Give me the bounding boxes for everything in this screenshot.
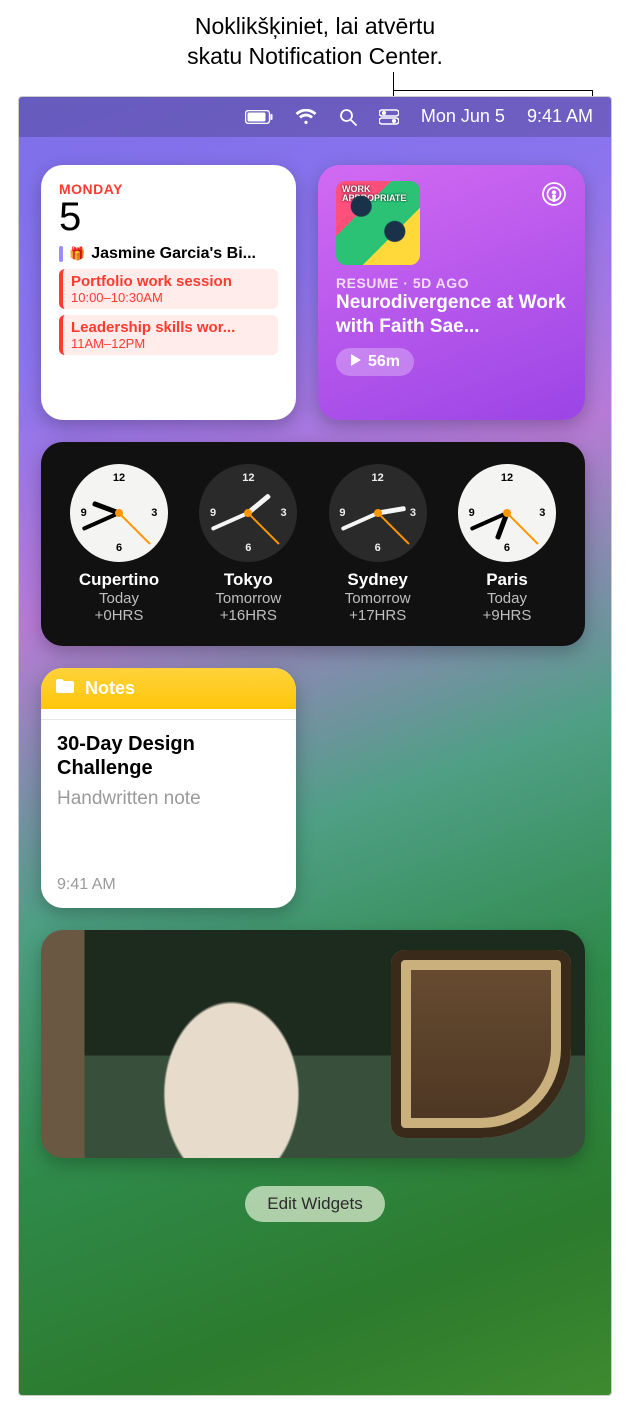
birthday-accent-bar xyxy=(59,246,63,262)
podcast-artwork: WORK APPROPRIATE xyxy=(336,181,420,265)
podcast-play-button[interactable]: 56m xyxy=(336,348,414,376)
clock-face: 12369 xyxy=(329,464,427,562)
clock-day-label: Today xyxy=(61,590,177,607)
clock-city-name: Cupertino xyxy=(61,570,177,590)
clock-face: 12369 xyxy=(199,464,297,562)
clock-sydney: 12369 SydneyTomorrow+17HRS xyxy=(320,464,436,624)
calendar-widget[interactable]: MONDAY 5 🎁 Jasmine Garcia's Bi... Portfo… xyxy=(41,165,296,420)
menubar: Mon Jun 5 9:41 AM xyxy=(19,97,611,137)
wifi-icon[interactable] xyxy=(295,109,317,125)
menubar-date[interactable]: Mon Jun 5 xyxy=(421,106,505,127)
clock-city-name: Paris xyxy=(449,570,565,590)
clock-offset: +0HRS xyxy=(61,607,177,624)
calendar-event-title: Portfolio work session xyxy=(71,273,270,290)
edit-widgets-button[interactable]: Edit Widgets xyxy=(245,1186,384,1222)
clock-offset: +16HRS xyxy=(190,607,306,624)
calendar-event-0[interactable]: Portfolio work session 10:00–10:30AM xyxy=(59,269,278,309)
calendar-day-number: 5 xyxy=(59,197,278,237)
clock-face: 12369 xyxy=(70,464,168,562)
calendar-event-title: Leadership skills wor... xyxy=(71,319,270,336)
annotation-callout xyxy=(0,78,630,92)
podcast-duration: 56m xyxy=(368,353,400,371)
birthday-name: Jasmine Garcia's Bi... xyxy=(91,245,256,263)
clock-cupertino: 12369 CupertinoToday+0HRS xyxy=(61,464,177,624)
clock-day-label: Tomorrow xyxy=(190,590,306,607)
clock-face: 12369 xyxy=(458,464,556,562)
clock-paris: 12369 ParisToday+9HRS xyxy=(449,464,565,624)
podcast-title: Neurodivergence at Work with Faith Sae..… xyxy=(336,291,567,339)
podcasts-app-icon xyxy=(541,181,567,212)
notes-rule-line xyxy=(41,719,296,720)
birthday-icon: 🎁 xyxy=(69,246,85,262)
notes-subtitle: Handwritten note xyxy=(57,788,280,810)
podcast-artwork-label: WORK APPROPRIATE xyxy=(342,185,420,203)
annotation-caption: Noklikšķiniet, lai atvērtu skatu Notific… xyxy=(0,0,630,78)
play-icon xyxy=(350,353,362,371)
clock-offset: +17HRS xyxy=(320,607,436,624)
notes-folder-icon xyxy=(55,678,75,699)
notes-title: 30-Day Design Challenge xyxy=(57,732,280,780)
calendar-day-of-week: MONDAY xyxy=(59,181,278,197)
clock-offset: +9HRS xyxy=(449,607,565,624)
clock-city-name: Sydney xyxy=(320,570,436,590)
clock-tokyo: 12369 TokyoTomorrow+16HRS xyxy=(190,464,306,624)
world-clock-widget[interactable]: 12369CupertinoToday+0HRS12369TokyoTomorr… xyxy=(41,442,585,646)
menubar-time[interactable]: 9:41 AM xyxy=(527,106,593,127)
clock-day-label: Tomorrow xyxy=(320,590,436,607)
calendar-event-time: 10:00–10:30AM xyxy=(71,290,270,305)
photos-widget[interactable] xyxy=(41,930,585,1158)
notification-center-screen: Mon Jun 5 9:41 AM MONDAY 5 🎁 Jasmine Gar… xyxy=(18,96,612,1396)
podcast-widget[interactable]: WORK APPROPRIATE RESUME · 5D AGO Neurodi… xyxy=(318,165,585,420)
battery-icon[interactable] xyxy=(245,110,273,124)
notes-app-label: Notes xyxy=(85,678,135,699)
podcast-meta: RESUME · 5D AGO xyxy=(336,275,567,291)
spotlight-search-icon[interactable] xyxy=(339,108,357,126)
calendar-event-1[interactable]: Leadership skills wor... 11AM–12PM xyxy=(59,315,278,355)
clock-city-name: Tokyo xyxy=(190,570,306,590)
notes-time: 9:41 AM xyxy=(57,876,116,894)
notes-widget[interactable]: Notes 30-Day Design Challenge Handwritte… xyxy=(41,668,296,908)
clock-day-label: Today xyxy=(449,590,565,607)
control-center-icon[interactable] xyxy=(379,109,399,125)
calendar-event-time: 11AM–12PM xyxy=(71,336,270,351)
